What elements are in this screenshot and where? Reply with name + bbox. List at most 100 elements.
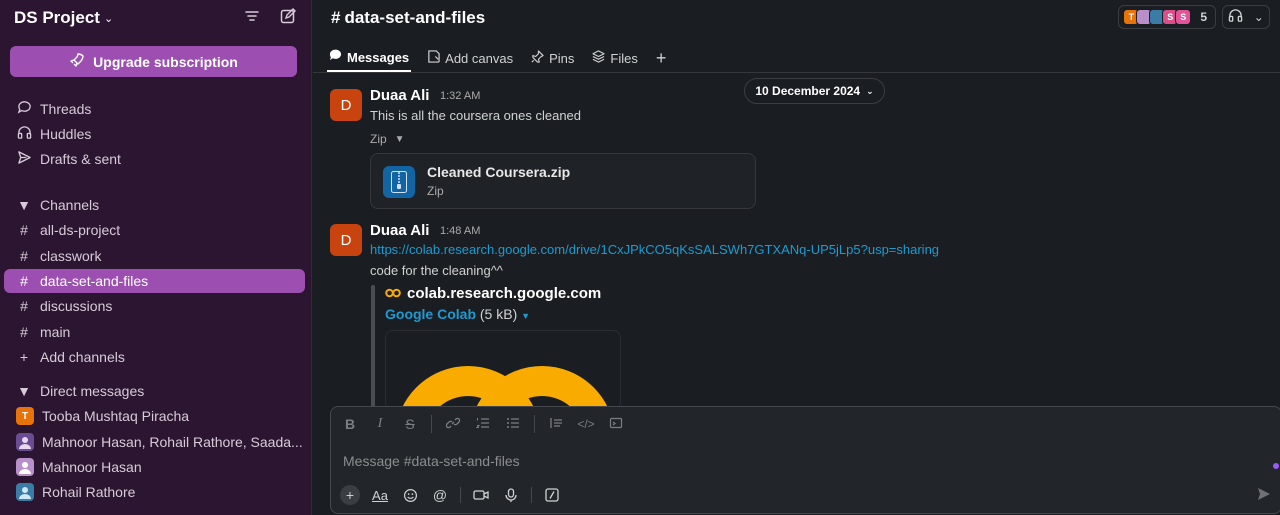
sidebar-dm-mahnoor[interactable]: Mahnoor Hasan <box>0 455 311 479</box>
add-channels-button[interactable]: + Add channels <box>0 345 311 369</box>
sidebar-channel-classwork[interactable]: # classwork <box>0 244 311 268</box>
sidebar-dm-rohail[interactable]: Rohail Rathore <box>0 480 311 504</box>
hash-icon: # <box>20 273 28 289</box>
bold-icon[interactable]: B <box>341 416 359 432</box>
channel-title[interactable]: # data-set-and-files <box>331 8 485 28</box>
canvas-icon <box>427 50 440 66</box>
blockquote-icon[interactable] <box>547 416 565 433</box>
caret-down-icon: ▼ <box>394 133 405 145</box>
message-icon <box>329 49 342 65</box>
message-input[interactable]: Message #data-set-and-files <box>343 453 520 469</box>
channel-label: classwork <box>40 248 102 264</box>
channel-label: data-set-and-files <box>40 273 149 289</box>
unfurl-bar <box>371 285 375 410</box>
ordered-list-icon[interactable] <box>474 416 492 433</box>
channel-label: main <box>40 324 71 340</box>
microphone-icon[interactable] <box>501 485 521 505</box>
date-label: 10 December 2024 <box>755 84 861 98</box>
formatting-toggle-icon[interactable]: Aa <box>370 485 390 505</box>
headphones-icon <box>16 125 32 143</box>
divider <box>534 415 535 433</box>
message-author[interactable]: Duaa Ali <box>370 222 429 239</box>
sidebar-channel-all-ds-project[interactable]: # all-ds-project <box>0 218 311 242</box>
filter-icon[interactable] <box>243 7 261 25</box>
avatar <box>16 458 34 476</box>
pin-icon <box>531 50 544 66</box>
hash-icon: # <box>20 222 28 238</box>
code-icon[interactable]: </> <box>577 417 595 431</box>
upgrade-label: Upgrade subscription <box>93 53 238 70</box>
unfurl-size: (5 kB) <box>479 306 518 322</box>
caret-down-icon: ▼ <box>17 383 31 399</box>
tab-add-canvas[interactable]: Add canvas <box>425 44 515 72</box>
dm-label: Mahnoor Hasan <box>42 459 142 475</box>
unfurl-title-label: Google Colab <box>385 306 476 322</box>
message-author[interactable]: Duaa Ali <box>370 87 429 104</box>
tab-pins[interactable]: Pins <box>529 44 576 72</box>
add-tab-button[interactable]: + <box>654 44 669 72</box>
bullet-list-icon[interactable] <box>504 416 522 433</box>
nav-drafts-label: Drafts & sent <box>40 151 121 167</box>
emoji-icon[interactable] <box>400 485 420 505</box>
sidebar-dm-group[interactable]: Mahnoor Hasan, Rohail Rathore, Saada... <box>0 430 311 454</box>
files-icon <box>592 50 606 66</box>
sidebar: DS Project ⌄ Upgrade subscription Thread… <box>0 0 312 515</box>
date-divider[interactable]: 10 December 2024 ⌄ <box>744 78 885 104</box>
message-text: This is all the coursera ones cleaned <box>370 108 582 123</box>
upgrade-subscription-button[interactable]: Upgrade subscription <box>10 46 297 77</box>
tab-files[interactable]: Files <box>590 44 639 72</box>
nav-threads[interactable]: Threads <box>0 97 311 121</box>
dm-label: Rohail Rathore <box>42 484 136 500</box>
tab-label: Messages <box>347 49 410 65</box>
message-timestamp[interactable]: 1:32 AM <box>440 90 480 102</box>
unfurl-preview-image[interactable] <box>385 330 621 410</box>
hash-icon: # <box>20 324 28 340</box>
avatar[interactable]: D <box>330 224 362 256</box>
unfurl-site[interactable]: colab.research.google.com <box>385 285 601 302</box>
message-text: code for the cleaning^^ <box>370 263 503 278</box>
file-name: Cleaned Coursera.zip <box>427 164 571 180</box>
video-icon[interactable] <box>471 485 491 505</box>
sidebar-dm-tooba[interactable]: T Tooba Mushtaq Piracha <box>0 404 311 428</box>
unfurl-title[interactable]: Google Colab (5 kB) ▼ <box>385 306 530 322</box>
sidebar-channel-data-set-and-files[interactable]: # data-set-and-files <box>4 269 305 293</box>
mention-icon[interactable]: @ <box>430 485 450 505</box>
file-attachment[interactable]: Cleaned Coursera.zip Zip <box>370 153 756 209</box>
chevron-down-icon[interactable]: ⌄ <box>1254 10 1264 24</box>
avatar <box>16 483 34 501</box>
group-avatar <box>16 433 34 451</box>
strikethrough-icon[interactable]: S <box>401 416 419 432</box>
message-link[interactable]: https://colab.research.google.com/drive/… <box>370 242 939 257</box>
sidebar-channel-main[interactable]: # main <box>0 320 311 344</box>
workspace-tools <box>243 7 297 25</box>
compose-icon[interactable] <box>279 7 297 25</box>
attach-plus-button[interactable]: + <box>340 485 360 505</box>
tab-label: Pins <box>549 50 575 66</box>
italic-icon[interactable]: I <box>371 416 389 432</box>
dm-label: Mahnoor Hasan, Rohail Rathore, Saada... <box>42 434 303 450</box>
channels-section-toggle[interactable]: ▼ Channels <box>0 193 311 217</box>
nav-threads-label: Threads <box>40 101 92 117</box>
huddle-button[interactable]: ⌄ <box>1222 5 1270 29</box>
member-count: 5 <box>1200 10 1207 24</box>
slash-command-icon[interactable] <box>542 485 562 505</box>
dms-section-toggle[interactable]: ▼ Direct messages <box>0 379 311 403</box>
message-timestamp[interactable]: 1:48 AM <box>440 225 480 237</box>
code-block-icon[interactable] <box>607 416 625 433</box>
sidebar-channel-discussions[interactable]: # discussions <box>0 294 311 318</box>
avatar[interactable]: D <box>330 89 362 121</box>
tab-messages[interactable]: Messages <box>327 44 412 72</box>
workspace-switcher[interactable]: DS Project ⌄ <box>14 8 113 28</box>
nav-huddles[interactable]: Huddles <box>0 122 311 146</box>
attachment-toggle[interactable]: Zip ▼ <box>370 132 405 146</box>
zip-file-icon <box>383 166 415 198</box>
members-button[interactable]: T S S 5 <box>1118 5 1216 29</box>
message-composer: B I S </> Message #data-set-and-files + … <box>330 406 1280 514</box>
send-icon[interactable] <box>1257 487 1271 504</box>
nav-drafts[interactable]: Drafts & sent <box>0 147 311 171</box>
chevron-down-icon: ⌄ <box>866 85 874 96</box>
avatar: S <box>1175 9 1192 25</box>
channel-label: all-ds-project <box>40 222 121 238</box>
link-icon[interactable] <box>444 416 462 433</box>
main-pane: # data-set-and-files T S S 5 ⌄ Messages … <box>313 0 1280 515</box>
